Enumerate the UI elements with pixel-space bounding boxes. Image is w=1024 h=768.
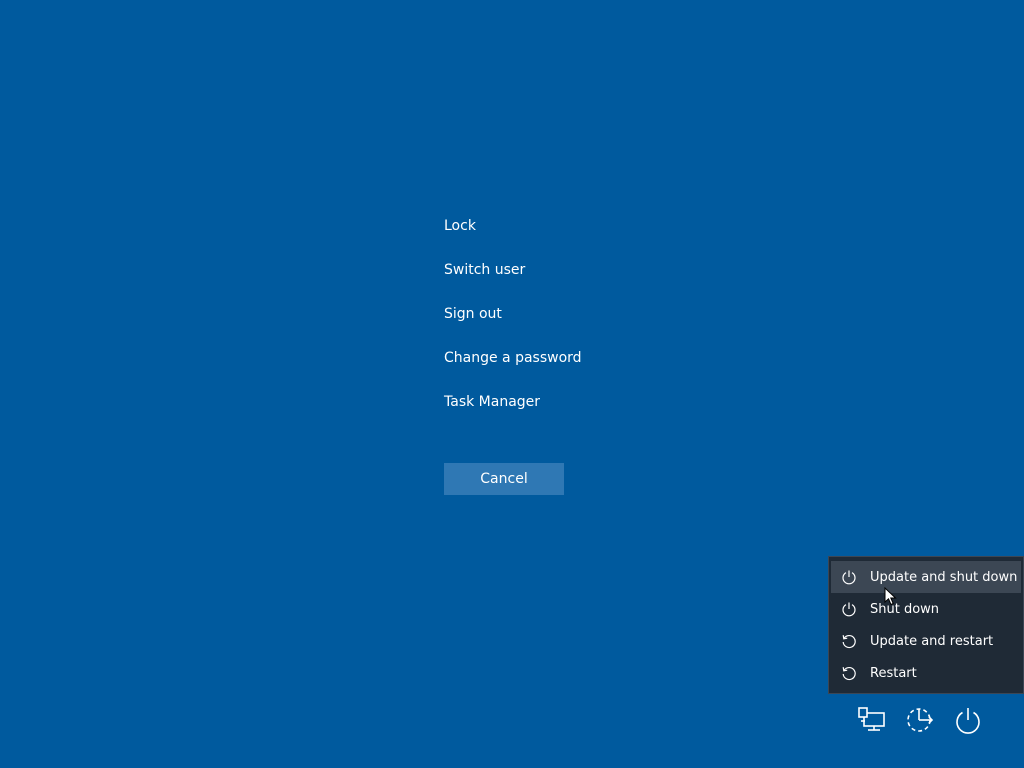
network-button[interactable] xyxy=(850,700,894,744)
accessibility-icon xyxy=(905,705,935,739)
mouse-pointer-icon xyxy=(884,586,898,607)
lock-option[interactable]: Lock xyxy=(444,214,704,238)
security-options-menu: Lock Switch user Sign out Change a passw… xyxy=(444,214,704,434)
change-password-option[interactable]: Change a password xyxy=(444,346,704,370)
task-manager-option[interactable]: Task Manager xyxy=(444,390,704,414)
update-and-shut-down-label: Update and shut down xyxy=(870,569,1018,585)
power-options-menu: Update and shut down Shut down Update an… xyxy=(828,556,1024,694)
update-and-restart-item[interactable]: Update and restart xyxy=(831,625,1021,657)
power-button[interactable] xyxy=(946,700,990,744)
cancel-button[interactable]: Cancel xyxy=(444,463,564,495)
restart-item[interactable]: Restart xyxy=(831,657,1021,689)
restart-icon xyxy=(841,633,857,649)
update-and-restart-label: Update and restart xyxy=(870,633,994,649)
sign-out-option[interactable]: Sign out xyxy=(444,302,704,326)
power-icon xyxy=(841,569,857,585)
shut-down-item[interactable]: Shut down xyxy=(831,593,1021,625)
shut-down-label: Shut down xyxy=(870,601,940,617)
switch-user-option[interactable]: Switch user xyxy=(444,258,704,282)
restart-label: Restart xyxy=(870,665,917,681)
restart-icon xyxy=(841,665,857,681)
accessibility-button[interactable] xyxy=(898,700,942,744)
ctrl-alt-del-screen: Lock Switch user Sign out Change a passw… xyxy=(0,0,1024,768)
update-and-shut-down-item[interactable]: Update and shut down xyxy=(831,561,1021,593)
network-icon xyxy=(857,705,887,739)
power-icon xyxy=(841,601,857,617)
power-icon xyxy=(953,705,983,739)
